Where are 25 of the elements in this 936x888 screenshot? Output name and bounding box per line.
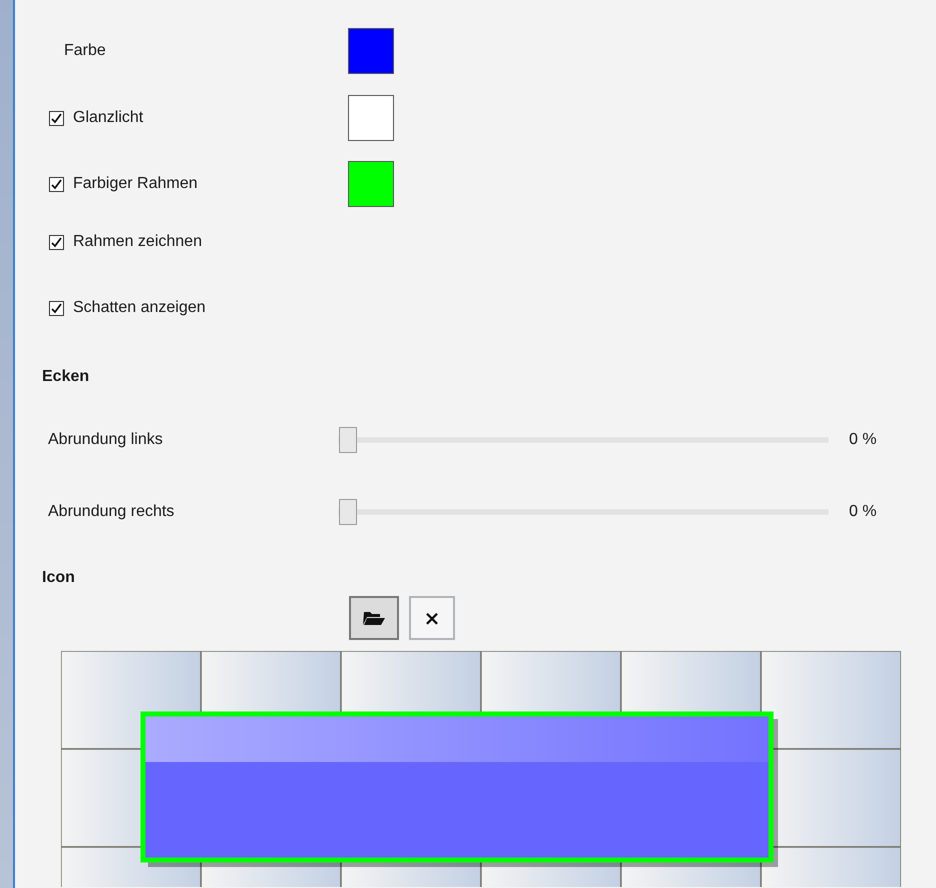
clear-button[interactable]: ×	[409, 596, 455, 640]
option-label: Glanzlicht	[73, 109, 144, 127]
slider-value: 0 %	[849, 503, 877, 521]
slider-label: Abrundung links	[47, 431, 164, 449]
folder-icon	[363, 610, 385, 626]
slider-value: 0 %	[849, 431, 877, 449]
section-heading: Icon	[42, 569, 76, 587]
option-label: Farbiger Rahmen	[73, 175, 198, 193]
option-label: Rahmen zeichnen	[73, 233, 202, 251]
color-swatch[interactable]	[348, 161, 394, 207]
color-swatch[interactable]	[348, 28, 394, 74]
checkbox[interactable]	[49, 110, 64, 126]
slider-thumb[interactable]	[339, 427, 357, 453]
slider-track[interactable]	[338, 499, 829, 525]
checkbox[interactable]	[49, 176, 64, 192]
color-swatch[interactable]	[348, 95, 394, 141]
checkbox[interactable]	[49, 234, 64, 250]
option-label: Farbe	[63, 42, 106, 60]
section-heading: Ecken	[42, 368, 90, 386]
slider-label: Abrundung rechts	[47, 503, 176, 521]
slider-thumb[interactable]	[339, 499, 357, 525]
option-label: Schatten anzeigen	[73, 299, 206, 317]
slider-track[interactable]	[338, 427, 829, 453]
open-button[interactable]	[349, 596, 399, 640]
checkbox[interactable]	[49, 300, 64, 316]
